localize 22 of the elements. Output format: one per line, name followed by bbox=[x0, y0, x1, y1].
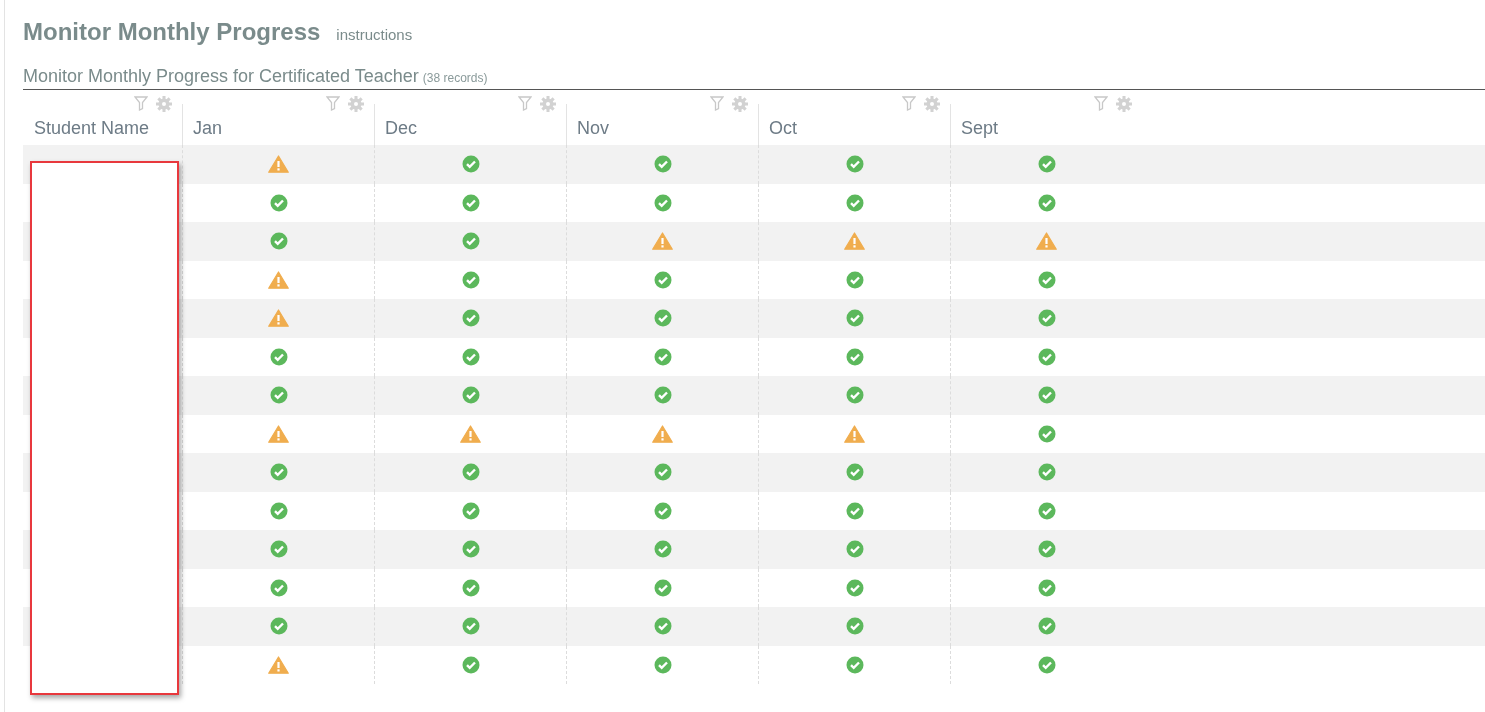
table-title: Monitor Monthly Progress for Certificated Teacher bbox=[23, 66, 419, 87]
filter-icon[interactable] bbox=[710, 96, 724, 111]
settings-icon[interactable] bbox=[924, 96, 940, 112]
column-header[interactable]: Student Name bbox=[34, 118, 150, 139]
settings-icon[interactable] bbox=[732, 96, 748, 112]
column-header[interactable]: Oct bbox=[769, 118, 797, 139]
column-header[interactable]: Nov bbox=[577, 118, 609, 139]
column-header[interactable]: Sept bbox=[961, 118, 999, 139]
instructions-link[interactable]: instructions bbox=[336, 26, 413, 43]
page-title: Monitor Monthly Progress bbox=[23, 18, 321, 46]
column-header[interactable]: Dec bbox=[385, 118, 417, 139]
column-header[interactable]: Jan bbox=[193, 118, 223, 139]
settings-icon[interactable] bbox=[348, 96, 364, 112]
settings-icon[interactable] bbox=[1116, 96, 1132, 112]
filter-icon[interactable] bbox=[1094, 96, 1108, 111]
settings-icon[interactable] bbox=[156, 96, 172, 112]
filter-icon[interactable] bbox=[134, 96, 148, 111]
filter-icon[interactable] bbox=[326, 96, 340, 111]
settings-icon[interactable] bbox=[540, 96, 556, 112]
filter-icon[interactable] bbox=[518, 96, 532, 111]
filter-icon[interactable] bbox=[902, 96, 916, 111]
record-count: (38 records) bbox=[422, 71, 488, 85]
